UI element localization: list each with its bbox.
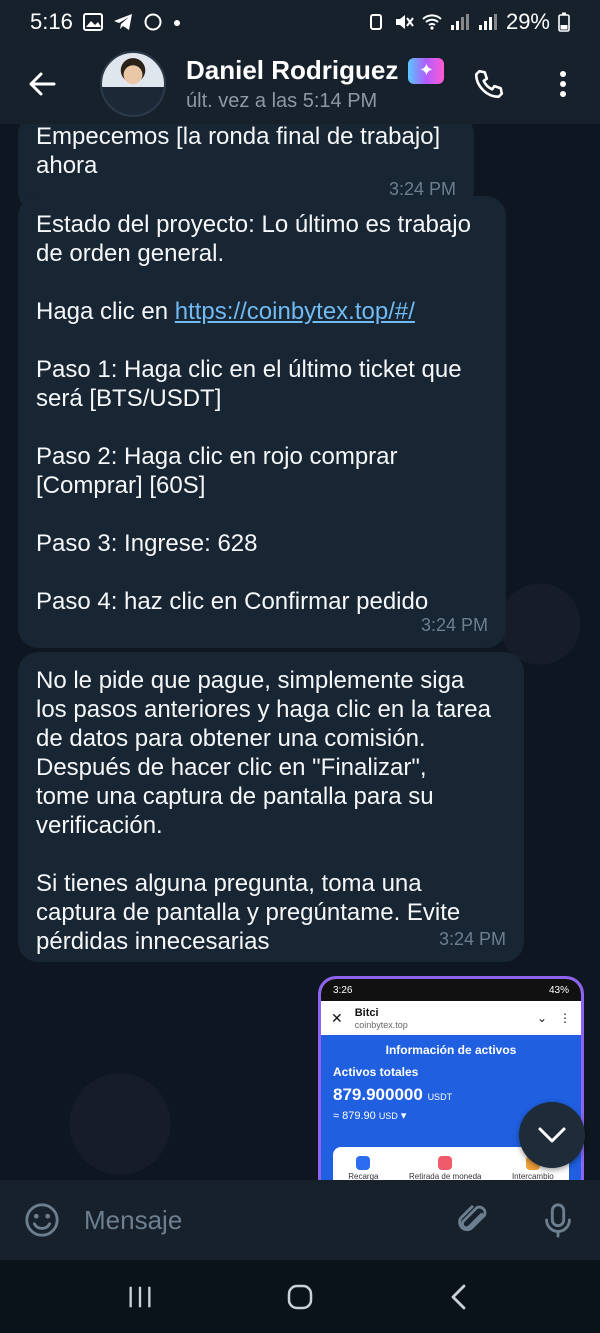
- system-back-button[interactable]: [420, 1267, 500, 1327]
- wifi-icon: [422, 14, 442, 30]
- microphone-icon: [545, 1203, 571, 1238]
- embedded-section-title: Información de activos: [385, 1043, 517, 1057]
- chat-area[interactable]: Empecemos [la ronda final de trabajo] ah…: [0, 124, 600, 1180]
- call-button[interactable]: [452, 44, 526, 124]
- message-text: Si tienes alguna pregunta, toma una: [36, 870, 422, 897]
- more-options-button[interactable]: [526, 44, 600, 124]
- battery-icon: [558, 12, 570, 32]
- message-text: No le pide que pague, simplemente siga: [36, 667, 465, 694]
- last-seen: últ. vez a las 5:14 PM: [186, 90, 378, 112]
- premium-badge-icon: ✦: [408, 57, 445, 84]
- chevron-down-icon: ⌄: [536, 1011, 547, 1025]
- message-text: los pasos anteriores y haga clic en la t…: [36, 696, 491, 723]
- system-nav-bar: [0, 1260, 600, 1333]
- close-icon: ✕: [331, 1009, 343, 1026]
- mute-icon: [395, 15, 414, 29]
- message-text: captura de pantalla y pregúntame. Evite: [36, 899, 461, 926]
- status-bar: 5:16 ● 29%: [0, 0, 600, 44]
- back-chevron-icon: [451, 1284, 466, 1309]
- telegram-icon: [113, 14, 132, 30]
- recharge-icon: [356, 1156, 371, 1170]
- message-text: Paso 1: Haga clic en el último ticket qu…: [36, 356, 462, 383]
- signal-icon: [450, 14, 469, 30]
- embedded-status-bar: 3:26 43%: [321, 979, 581, 1001]
- embedded-site-title: Bitci: [354, 1006, 379, 1019]
- signal-icon: [478, 14, 497, 30]
- battery-percent: 29%: [505, 9, 550, 34]
- message-text: de orden general.: [36, 240, 225, 267]
- message-time: 3:24 PM: [420, 615, 488, 635]
- contact-name: Daniel Rodriguez: [186, 55, 399, 85]
- embedded-time: 3:26: [333, 984, 353, 996]
- emoji-icon: [25, 1203, 59, 1237]
- status-time: 5:16: [30, 9, 73, 34]
- alarm-icon: [369, 14, 382, 30]
- contact-info[interactable]: Daniel Rodriguez ✦ últ. vez a las 5:14 P…: [186, 55, 445, 113]
- message-text: de datos para obtener una comisión.: [36, 725, 426, 752]
- message-text: será [BTS/USDT]: [36, 385, 222, 412]
- chat-header: Daniel Rodriguez ✦ últ. vez a las 5:14 P…: [0, 44, 600, 124]
- message-text: Paso 3: Ingrese: 628: [36, 530, 258, 557]
- embedded-total-label: Activos totales: [333, 1065, 419, 1079]
- message-text: Paso 2: Haga clic en rojo comprar: [36, 443, 398, 470]
- message-input[interactable]: [84, 1180, 432, 1260]
- message-link[interactable]: https://coinbytex.top/#/: [175, 298, 415, 325]
- phone-icon: [474, 69, 504, 99]
- message-text: Haga clic en https://coinbytex.top/#/: [36, 297, 488, 326]
- home-button[interactable]: [260, 1267, 340, 1327]
- whatsapp-icon: [144, 13, 162, 31]
- message-text: tome una captura de pantalla para su: [36, 783, 434, 810]
- message-text: Después de hacer clic en "Finalizar",: [36, 754, 427, 781]
- avatar[interactable]: [100, 51, 166, 117]
- scroll-down-button[interactable]: [519, 1102, 585, 1168]
- message-text: verificación.: [36, 812, 163, 839]
- embedded-battery: 43%: [548, 984, 569, 996]
- embedded-amount: 879.900000 USDT: [333, 1085, 453, 1104]
- gallery-icon: [82, 13, 103, 31]
- recent-apps-button[interactable]: [100, 1267, 180, 1327]
- attach-button[interactable]: [432, 1180, 516, 1260]
- message-bubble[interactable]: Estado del proyecto: Lo último es trabaj…: [18, 196, 506, 648]
- more-vert-icon: [560, 71, 566, 97]
- emoji-button[interactable]: [0, 1180, 84, 1260]
- recent-apps-icon: [129, 1286, 151, 1307]
- back-button[interactable]: [0, 44, 84, 124]
- home-icon: [287, 1284, 313, 1309]
- message-text: Empecemos [la ronda final de trabajo]: [36, 124, 441, 150]
- click-prefix: Haga clic en: [36, 298, 175, 325]
- voice-record-button[interactable]: [516, 1180, 600, 1260]
- back-arrow-icon: [29, 72, 56, 96]
- message-input-bar: [0, 1180, 600, 1260]
- message-text: Estado del proyecto: Lo último es trabaj…: [36, 211, 471, 238]
- paperclip-icon: [458, 1205, 487, 1232]
- dot-icon: ●: [172, 14, 182, 30]
- withdraw-icon: [438, 1156, 453, 1170]
- message-text: [Comprar] [60S]: [36, 472, 206, 499]
- more-vert-icon: ⋮: [559, 1011, 571, 1025]
- message-time: 3:24 PM: [438, 929, 506, 949]
- message-text: pérdidas innecesarias: [36, 928, 270, 955]
- embedded-browser-bar: ✕ Bitci coinbytex.top ⌄ ⋮: [321, 1001, 581, 1035]
- embedded-site-url: coinbytex.top: [354, 1019, 408, 1030]
- chevron-down-icon: [538, 1127, 566, 1143]
- message-bubble[interactable]: No le pide que pague, simplemente siga l…: [18, 652, 524, 962]
